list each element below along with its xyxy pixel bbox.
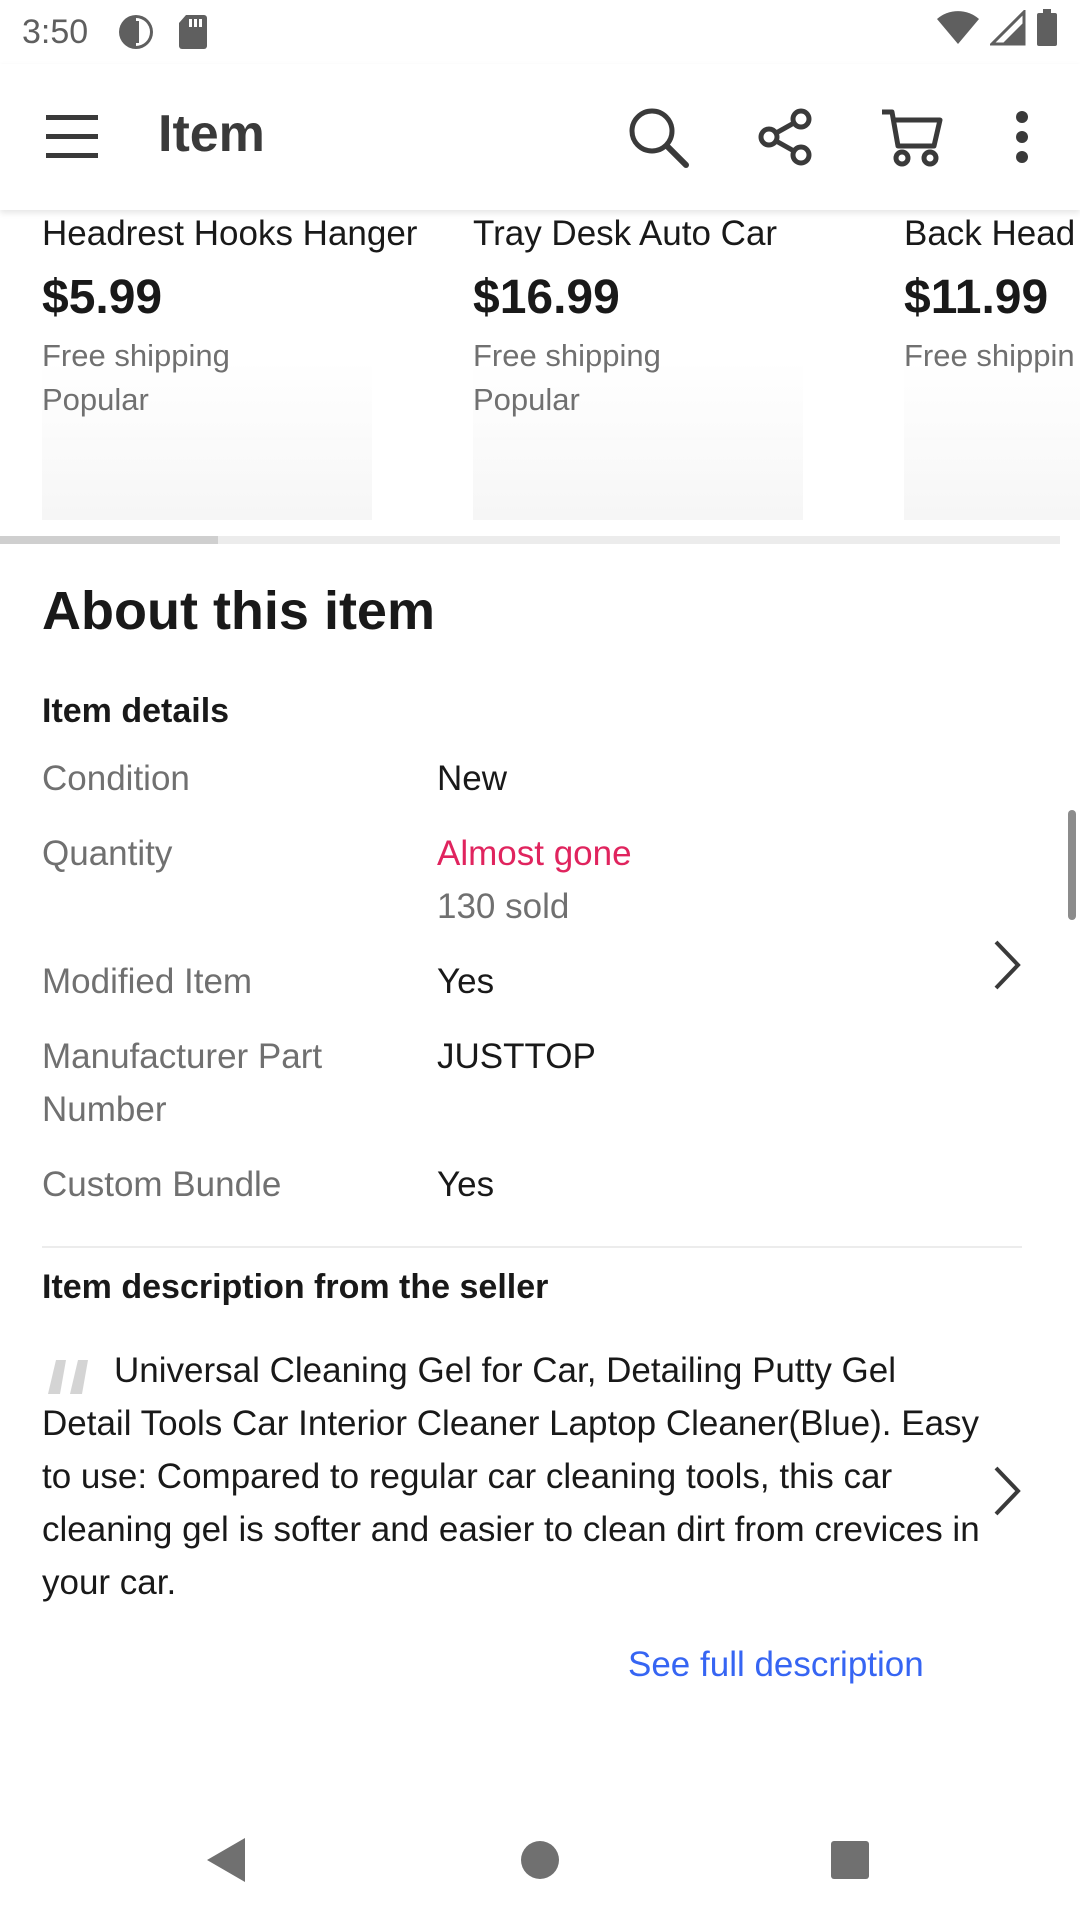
battery-icon xyxy=(1036,8,1058,56)
cart-button[interactable] xyxy=(877,102,947,172)
product-price: $5.99 xyxy=(42,271,163,324)
product-shipping: Free shipping xyxy=(42,338,230,373)
home-icon xyxy=(521,1841,559,1879)
product-card[interactable]: Back Head $11.99 Free shippin xyxy=(904,210,1080,540)
product-badge: Popular xyxy=(473,382,580,417)
product-price: $11.99 xyxy=(904,271,1049,324)
similar-items-carousel[interactable]: Headrest Hooks Hanger $5.99 Free shippin… xyxy=(0,210,1080,540)
description-heading: Item description from the seller xyxy=(42,1268,549,1306)
product-title: Tray Desk Auto Car xyxy=(473,214,778,253)
product-image xyxy=(904,360,1080,520)
more-options-button[interactable] xyxy=(1000,102,1044,172)
description-text: Universal Cleaning Gel for Car, Detailin… xyxy=(42,1351,980,1602)
back-icon xyxy=(207,1838,245,1882)
detail-value-alert: Almost gone xyxy=(437,834,632,873)
detail-label: Modified Item xyxy=(42,962,253,1001)
product-title: Back Head xyxy=(904,214,1076,253)
home-button[interactable] xyxy=(508,1828,572,1892)
carousel-scroll-indicator xyxy=(0,536,1060,544)
detail-value: New xyxy=(437,759,508,798)
detail-label: Manufacturer Part xyxy=(42,1037,323,1076)
status-bar: 3:50 xyxy=(0,0,1080,64)
product-price: $16.99 xyxy=(473,271,620,324)
product-title: Headrest Hooks Hanger xyxy=(42,214,418,253)
item-details-heading: Item details xyxy=(42,692,230,730)
page-scrollbar[interactable] xyxy=(1068,810,1076,920)
menu-button[interactable] xyxy=(42,109,102,165)
share-icon xyxy=(758,108,812,166)
detail-label: Quantity xyxy=(42,834,173,873)
sold-count: 130 sold xyxy=(437,887,570,926)
system-nav-bar xyxy=(0,1800,1080,1920)
detail-value: JUSTTOP xyxy=(437,1037,596,1076)
signal-icon xyxy=(988,7,1026,55)
detail-label: Custom Bundle xyxy=(42,1165,282,1204)
search-icon xyxy=(629,108,689,168)
recents-button[interactable] xyxy=(818,1828,882,1892)
app-bar: Item xyxy=(0,64,1080,210)
product-shipping: Free shippin xyxy=(904,338,1075,373)
chevron-right-icon xyxy=(994,940,1021,990)
data-saver-icon xyxy=(116,12,156,52)
product-shipping: Free shipping xyxy=(473,338,661,373)
product-card[interactable]: Headrest Hooks Hanger $5.99 Free shippin… xyxy=(42,210,462,540)
detail-value: Yes xyxy=(437,962,495,1001)
divider xyxy=(42,1246,1022,1248)
search-button[interactable] xyxy=(623,102,693,172)
recents-icon xyxy=(831,1841,869,1879)
status-time: 3:50 xyxy=(22,12,89,51)
sd-card-icon xyxy=(178,13,208,51)
detail-label: Condition xyxy=(42,759,190,798)
item-details-block[interactable]: Condition New Quantity Almost gone 130 s… xyxy=(0,752,1080,1232)
section-title: About this item xyxy=(42,581,435,641)
back-button[interactable] xyxy=(195,1828,259,1892)
seller-description-block[interactable]: Universal Cleaning Gel for Car, Detailin… xyxy=(0,1340,1080,1610)
carousel-scroll-thumb xyxy=(0,536,218,544)
page-title: Item xyxy=(158,105,265,163)
detail-value: Yes xyxy=(437,1165,495,1204)
chevron-right-icon xyxy=(994,1466,1021,1516)
see-full-description-link[interactable]: See full description xyxy=(628,1645,924,1685)
product-card[interactable]: Tray Desk Auto Car $16.99 Free shipping … xyxy=(473,210,893,540)
more-vert-icon xyxy=(1016,111,1028,163)
menu-icon xyxy=(46,115,98,158)
cart-icon xyxy=(882,109,943,167)
product-badge: Popular xyxy=(42,382,149,417)
detail-label: Number xyxy=(42,1090,167,1129)
wifi-icon xyxy=(936,10,980,55)
share-button[interactable] xyxy=(750,102,820,172)
